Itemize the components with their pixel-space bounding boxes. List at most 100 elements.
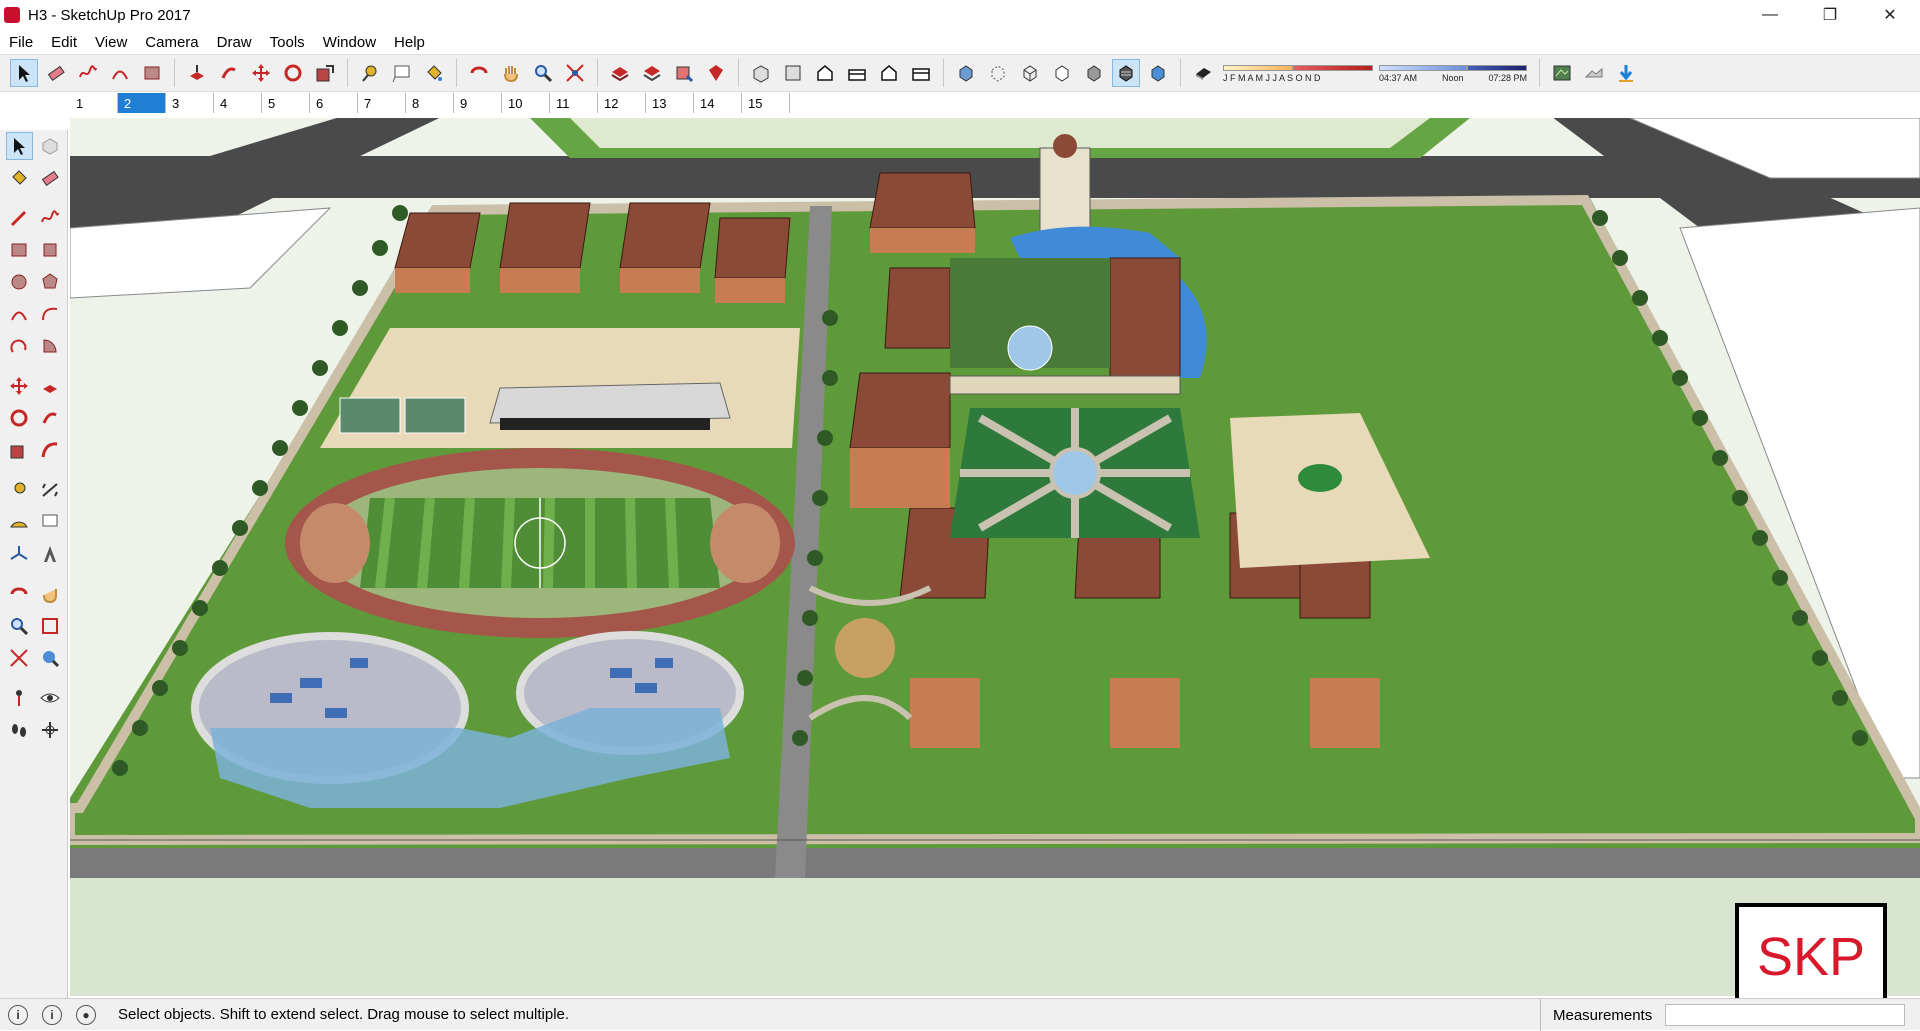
info-icon[interactable]: i [42, 1004, 62, 1025]
pie-tool-button[interactable] [37, 332, 64, 360]
monochrome-button[interactable] [1144, 59, 1172, 87]
select-tool-button-large[interactable] [6, 132, 33, 160]
wireframe-button[interactable] [1016, 59, 1044, 87]
user-account-icon[interactable]: ● [76, 1004, 96, 1025]
make-component-button[interactable] [37, 132, 63, 160]
dimension-tool-button[interactable] [37, 476, 64, 504]
geo-location-icon[interactable]: i [8, 1004, 28, 1025]
move-tool-button-large[interactable] [6, 372, 33, 400]
scene-tab-15[interactable]: 15 [742, 93, 790, 113]
back-edges-button[interactable] [984, 59, 1012, 87]
scene-tab-9[interactable]: 9 [454, 93, 502, 113]
orbit-button[interactable] [465, 59, 493, 87]
scale-tool-button-large[interactable] [6, 436, 33, 464]
zoom-button-large[interactable] [6, 612, 33, 640]
scene-tab-7[interactable]: 7 [358, 93, 406, 113]
section-plane-button[interactable] [37, 716, 64, 744]
view-right-button[interactable] [843, 59, 871, 87]
menu-view[interactable]: View [86, 34, 136, 51]
shadow-date-slider[interactable]: J F M A M J J A S O N D [1223, 63, 1373, 83]
view-left-button[interactable] [907, 59, 935, 87]
menu-edit[interactable]: Edit [42, 34, 86, 51]
menu-draw[interactable]: Draw [208, 34, 261, 51]
circle-tool-button[interactable] [6, 268, 33, 296]
warehouse-button[interactable] [606, 59, 634, 87]
share-model-button[interactable] [638, 59, 666, 87]
share-component-button[interactable] [670, 59, 698, 87]
xray-style-button[interactable] [952, 59, 980, 87]
toggle-terrain-button[interactable] [1580, 59, 1608, 87]
scene-tab-5[interactable]: 5 [262, 93, 310, 113]
orbit-button-large[interactable] [6, 580, 33, 608]
protractor-tool-button[interactable] [6, 508, 33, 536]
rotated-rectangle-button[interactable] [37, 236, 64, 264]
hidden-line-button[interactable] [1048, 59, 1076, 87]
shaded-button[interactable] [1080, 59, 1108, 87]
arc-tool-button-large[interactable] [6, 300, 33, 328]
add-location-button[interactable] [1548, 59, 1576, 87]
axes-tool-button[interactable] [6, 540, 33, 568]
zoom-extents-button-large[interactable] [6, 644, 33, 672]
view-back-button[interactable] [875, 59, 903, 87]
shaded-textures-button[interactable] [1112, 59, 1140, 87]
view-front-button[interactable] [811, 59, 839, 87]
look-around-button[interactable] [37, 684, 64, 712]
move-tool-button[interactable] [247, 59, 275, 87]
position-camera-button[interactable] [6, 684, 33, 712]
scene-tab-4[interactable]: 4 [214, 93, 262, 113]
view-top-button[interactable] [779, 59, 807, 87]
model-viewport[interactable] [70, 118, 1920, 996]
menu-help[interactable]: Help [385, 34, 434, 51]
extension-warehouse-button[interactable] [702, 59, 730, 87]
menu-camera[interactable]: Camera [136, 34, 207, 51]
eraser-tool-button[interactable] [42, 59, 70, 87]
tape-measure-button[interactable] [356, 59, 384, 87]
zoom-window-button[interactable] [37, 612, 64, 640]
paint-bucket-button[interactable] [420, 59, 448, 87]
two-point-arc-button[interactable] [37, 300, 64, 328]
previous-view-button[interactable] [37, 644, 64, 672]
freehand-tool-button-large[interactable] [37, 204, 64, 232]
scene-tab-12[interactable]: 12 [598, 93, 646, 113]
select-tool-button[interactable] [10, 59, 38, 87]
follow-me-button-large[interactable] [37, 404, 64, 432]
rectangle-tool-button-large[interactable] [6, 236, 33, 264]
line-tool-button[interactable] [6, 204, 33, 232]
scene-tab-8[interactable]: 8 [406, 93, 454, 113]
pan-button[interactable] [497, 59, 525, 87]
zoom-extents-button[interactable] [561, 59, 589, 87]
scene-tab-3[interactable]: 3 [166, 93, 214, 113]
offset-tool-button[interactable] [37, 436, 64, 464]
push-pull-button[interactable] [183, 59, 211, 87]
polygon-tool-button[interactable] [37, 268, 64, 296]
scene-tab-2[interactable]: 2 [118, 93, 166, 113]
rotate-tool-button[interactable] [279, 59, 307, 87]
zoom-button[interactable] [529, 59, 557, 87]
follow-me-button[interactable] [215, 59, 243, 87]
arc-tool-button[interactable] [106, 59, 134, 87]
walk-button[interactable] [6, 716, 33, 744]
scale-tool-button[interactable] [311, 59, 339, 87]
rotate-tool-button-large[interactable] [6, 404, 33, 432]
text-tool-button[interactable] [388, 59, 416, 87]
menu-window[interactable]: Window [314, 34, 385, 51]
scene-tab-1[interactable]: 1 [70, 93, 118, 113]
3d-text-button[interactable] [37, 540, 64, 568]
shadow-time-slider[interactable]: 04:37 AM Noon 07:28 PM [1379, 63, 1527, 83]
tape-measure-button-large[interactable] [6, 476, 33, 504]
minimize-button[interactable]: — [1740, 0, 1800, 30]
view-iso-button[interactable] [747, 59, 775, 87]
menu-tools[interactable]: Tools [261, 34, 314, 51]
scene-tab-11[interactable]: 11 [550, 93, 598, 113]
three-point-arc-button[interactable] [6, 332, 33, 360]
scene-tab-13[interactable]: 13 [646, 93, 694, 113]
close-button[interactable]: ✕ [1860, 0, 1920, 30]
menu-file[interactable]: File [0, 34, 42, 51]
scene-tab-10[interactable]: 10 [502, 93, 550, 113]
photo-texture-button[interactable] [1612, 59, 1640, 87]
paint-bucket-button-large[interactable] [6, 164, 33, 192]
freehand-tool-button[interactable] [74, 59, 102, 87]
text-tool-button-large[interactable] [37, 508, 64, 536]
eraser-button-large[interactable] [37, 164, 64, 192]
scene-tab-6[interactable]: 6 [310, 93, 358, 113]
